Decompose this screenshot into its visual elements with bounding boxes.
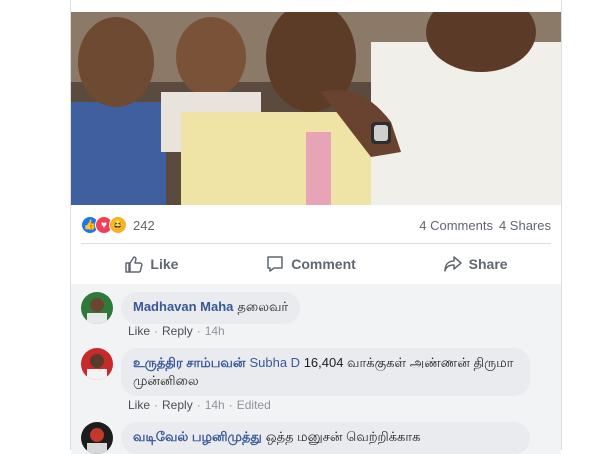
avatar[interactable]	[81, 292, 113, 324]
comments-section: Madhavan Maha தலைவர் Like · Reply · 14h உரு…	[71, 284, 561, 454]
like-button[interactable]: Like	[124, 254, 178, 274]
comment-meta: Like · Reply · 14h · Edited	[128, 398, 271, 412]
comment-mention[interactable]: Subha D	[249, 355, 300, 370]
comment-bubble: வடிவேல் பழனிமுத்து ஒத்த மனுசன் வெற்றிக்கா…	[121, 422, 530, 454]
share-button[interactable]: Share	[443, 254, 508, 274]
comment-author[interactable]: வடிவேல் பழனிமுத்து	[133, 429, 262, 444]
reaction-icons[interactable]: 👍 ♥ 😆	[81, 216, 127, 234]
comment-button[interactable]: Comment	[265, 254, 356, 274]
comments-count[interactable]: 4 Comments	[419, 218, 493, 233]
comment-timestamp[interactable]: 14h	[205, 324, 225, 338]
comment-like-link[interactable]: Like	[128, 398, 150, 412]
haha-icon: 😆	[109, 216, 127, 234]
share-arrow-icon	[443, 256, 462, 272]
comment-bubble: உருத்திர சாம்பவன் Subha D 16,404 வாக்குகள…	[121, 348, 530, 396]
thumbs-up-icon	[125, 256, 143, 273]
comment-text: தலைவர்	[237, 299, 289, 314]
comment-text: ஒத்த மனுசன் வெற்றிக்காக	[265, 429, 421, 444]
like-button-label: Like	[150, 256, 179, 272]
comment-author[interactable]: Madhavan Maha	[133, 299, 233, 314]
comment-timestamp[interactable]: 14h	[205, 398, 225, 412]
comment-button-label: Comment	[291, 256, 356, 272]
shares-count[interactable]: 4 Shares	[499, 218, 551, 233]
post-photo[interactable]	[71, 12, 561, 205]
comment-reply-link[interactable]: Reply	[162, 398, 193, 412]
avatar[interactable]	[81, 422, 113, 454]
comment-item: உருத்திர சாம்பவன் Subha D 16,404 வாக்குகள…	[81, 348, 530, 396]
reaction-count[interactable]: 242	[133, 218, 155, 233]
comment-edited-label[interactable]: Edited	[237, 398, 271, 412]
avatar[interactable]	[81, 348, 113, 380]
comment-meta: Like · Reply · 14h	[128, 324, 225, 338]
comment-reply-link[interactable]: Reply	[162, 324, 193, 338]
reaction-summary: 👍 ♥ 😆 242 4 Comments 4 Shares	[81, 212, 551, 238]
comment-like-link[interactable]: Like	[128, 324, 150, 338]
comment-item: வடிவேல் பழனிமுத்து ஒத்த மனுசன் வெற்றிக்கா…	[81, 422, 530, 454]
post-card: 👍 ♥ 😆 242 4 Comments 4 Shares Like Comme…	[70, 0, 562, 454]
share-button-label: Share	[468, 256, 508, 272]
comment-bubble: Madhavan Maha தலைவர்	[121, 292, 301, 324]
comment-author[interactable]: உருத்திர சாம்பவன்	[133, 355, 245, 370]
post-actions: Like Comment Share	[81, 243, 551, 285]
comment-item: Madhavan Maha தலைவர்	[81, 292, 301, 324]
speech-bubble-icon	[267, 256, 283, 272]
